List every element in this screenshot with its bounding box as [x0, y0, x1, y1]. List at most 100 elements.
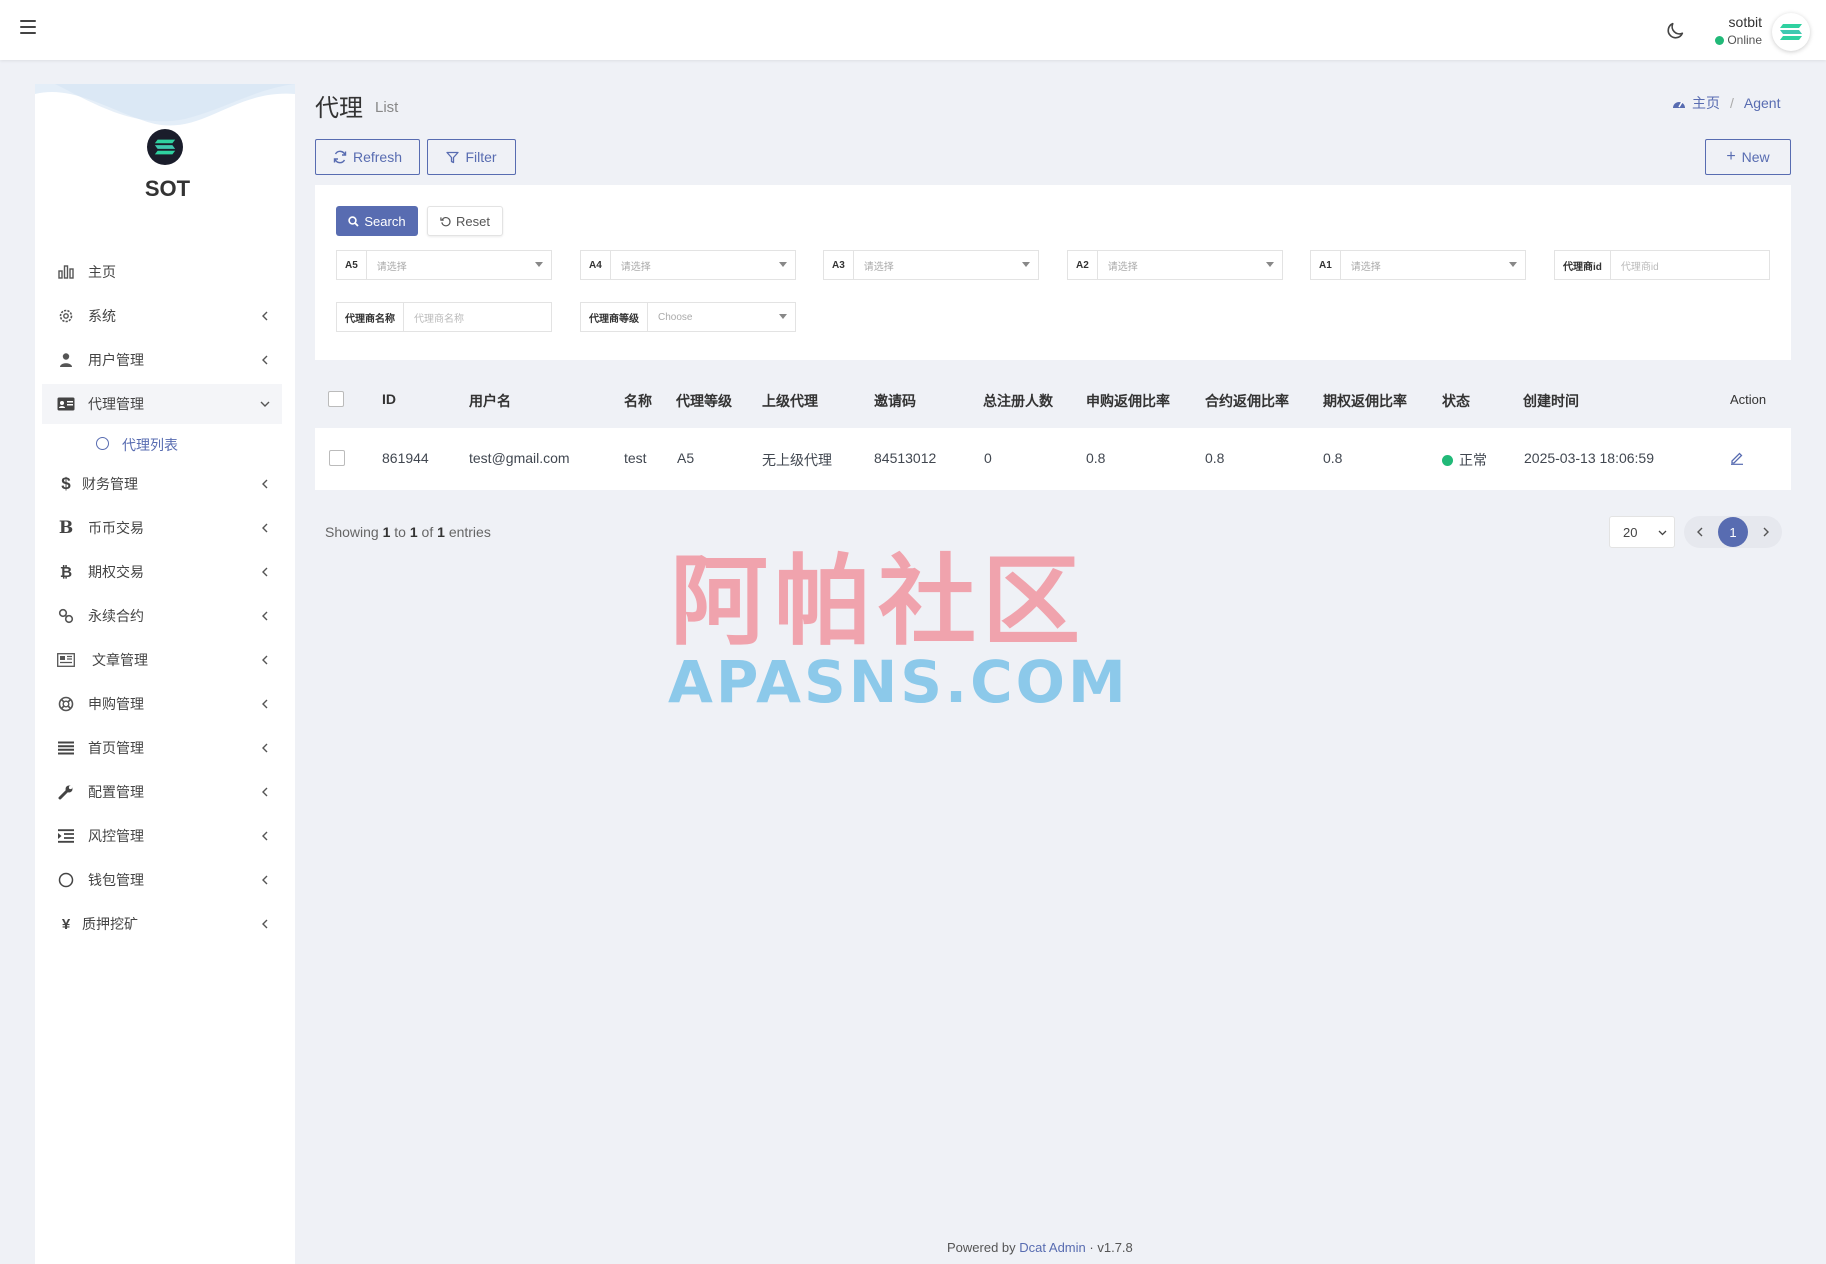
column-header[interactable]: ID: [382, 391, 396, 407]
select-all-checkbox[interactable]: [328, 391, 344, 407]
filter-a4-select[interactable]: 请选择: [611, 251, 795, 279]
filter-agent-name[interactable]: 代理商名称 代理商名称: [336, 302, 552, 332]
filter-a3-label: A3: [824, 251, 854, 279]
reset-button[interactable]: Reset: [427, 206, 503, 236]
user-avatar[interactable]: [1772, 13, 1810, 51]
filter-a2[interactable]: A2 请选择: [1067, 250, 1283, 280]
filter-a1-select[interactable]: 请选择: [1341, 251, 1525, 279]
filter-a1[interactable]: A1 请选择: [1310, 250, 1526, 280]
filter-label: Filter: [465, 149, 497, 165]
refresh-button[interactable]: Refresh: [315, 139, 420, 175]
menu-toggle-icon[interactable]: [20, 20, 36, 34]
column-header: 创建时间: [1523, 393, 1579, 409]
filter-agent-name-input[interactable]: 代理商名称: [404, 303, 551, 331]
sidebar-item-system[interactable]: 系统: [42, 296, 282, 336]
filter-agent-id-label: 代理商id: [1555, 251, 1611, 279]
dollar-icon: $: [61, 474, 71, 493]
column-header: 总注册人数: [983, 393, 1053, 409]
showing-of-word: of: [421, 524, 434, 540]
filter-a3-placeholder: 请选择: [863, 261, 894, 273]
cell-id: 861944: [382, 450, 429, 466]
sidebar-item-label: 代理管理: [88, 396, 144, 412]
sidebar-item-users[interactable]: 用户管理: [42, 340, 282, 380]
edit-icon[interactable]: [1730, 451, 1744, 465]
refresh-icon: [333, 150, 347, 164]
filter-agent-level[interactable]: 代理商等级 Choose: [580, 302, 796, 332]
chevron-left-icon: [262, 523, 268, 533]
circle-icon: [56, 870, 76, 890]
sidebar-item-articles[interactable]: 文章管理: [42, 640, 282, 680]
chevron-left-icon: [262, 567, 268, 577]
sidebar-item-risk[interactable]: 风控管理: [42, 816, 282, 856]
filter-a4[interactable]: A4 请选择: [580, 250, 796, 280]
footer-link[interactable]: Dcat Admin: [1019, 1240, 1085, 1255]
id-card-icon: [56, 394, 76, 414]
page-subtitle: List: [375, 99, 399, 116]
sidebar-item-options-trading[interactable]: ₿ 期权交易: [42, 552, 282, 592]
sidebar-item-perpetual[interactable]: 永续合约: [42, 596, 282, 636]
filter-a5-select[interactable]: 请选择: [367, 251, 551, 279]
chevron-left-icon: [262, 311, 268, 321]
filter-a2-placeholder: 请选择: [1107, 261, 1138, 273]
column-header: 用户名: [469, 393, 511, 409]
column-header: 上级代理: [762, 393, 818, 409]
filter-button[interactable]: Filter: [427, 139, 516, 175]
chevron-down-icon: [260, 401, 270, 407]
sidebar-item-config[interactable]: 配置管理: [42, 772, 282, 812]
watermark-english: APASNS.COM: [668, 648, 1129, 716]
chevron-left-icon: [262, 355, 268, 365]
sidebar-item-finance[interactable]: $ 财务管理: [42, 464, 282, 504]
watermark-chinese: 阿帕社区: [670, 545, 1087, 659]
sidebar-item-agents[interactable]: 代理管理: [42, 384, 282, 424]
search-button[interactable]: Search: [336, 206, 418, 236]
new-button[interactable]: + New: [1705, 139, 1791, 175]
page-title: 代理: [315, 95, 363, 122]
filter-a2-select[interactable]: 请选择: [1098, 251, 1282, 279]
filter-agent-level-select[interactable]: Choose: [648, 303, 795, 331]
showing-from: 1: [382, 524, 391, 540]
chevron-right-icon: [1763, 527, 1769, 537]
sidebar-item-label: 用户管理: [88, 352, 144, 368]
caret-down-icon: [1266, 262, 1274, 267]
per-page-select[interactable]: 20: [1609, 516, 1675, 548]
row-checkbox[interactable]: [329, 450, 345, 466]
filter-a5[interactable]: A5 请选择: [336, 250, 552, 280]
sidebar-item-staking[interactable]: ¥ 质押挖矿: [42, 904, 282, 944]
sidebar-item-label: 钱包管理: [88, 872, 144, 888]
filter-a3[interactable]: A3 请选择: [823, 250, 1039, 280]
brand-logo-icon: [1780, 24, 1802, 40]
breadcrumb-home[interactable]: 主页: [1692, 93, 1720, 113]
sidebar-item-subscription[interactable]: 申购管理: [42, 684, 282, 724]
cell-parent-agent: 无上级代理: [762, 452, 832, 468]
showing-prefix: Showing: [325, 524, 379, 540]
prev-page-button[interactable]: [1692, 524, 1708, 540]
sidebar-item-label: 首页管理: [88, 740, 144, 756]
sidebar-item-label: 主页: [88, 264, 116, 280]
sidebar-item-homepage[interactable]: 首页管理: [42, 728, 282, 768]
column-header: 代理等级: [676, 393, 732, 409]
sidebar-item-label: 风控管理: [88, 828, 144, 844]
user-name[interactable]: sotbit: [1700, 14, 1762, 30]
filter-agent-id-input[interactable]: 代理商id: [1611, 251, 1769, 279]
sidebar-item-label: 系统: [88, 308, 116, 324]
gear-icon: [56, 306, 76, 326]
sidebar-item-label: 文章管理: [92, 652, 148, 668]
sidebar-item-home[interactable]: 主页: [42, 252, 282, 292]
filter-a3-select[interactable]: 请选择: [854, 251, 1038, 279]
brand-logo[interactable]: [147, 129, 183, 165]
dark-mode-icon[interactable]: [1664, 20, 1686, 42]
sidebar-item-label: 质押挖矿: [82, 916, 138, 932]
filter-a1-label: A1: [1311, 251, 1341, 279]
breadcrumb: 主页 / Agent: [1672, 93, 1780, 113]
column-header: 期权返佣比率: [1323, 393, 1407, 409]
filter-agent-id[interactable]: 代理商id 代理商id: [1554, 250, 1770, 280]
sidebar-item-wallet[interactable]: 钱包管理: [42, 860, 282, 900]
chevron-left-icon: [262, 831, 268, 841]
table-header: ID 用户名 名称 代理等级 上级代理 邀请码 总注册人数 申购返佣比率 合约返…: [315, 375, 1791, 425]
sidebar-item-spot-trading[interactable]: B 币币交易: [42, 508, 282, 548]
sidebar-subitem-agent-list[interactable]: 代理列表: [42, 426, 282, 462]
showing-entries-word: entries: [448, 524, 491, 540]
page-button-current[interactable]: 1: [1718, 517, 1748, 547]
chevron-left-icon: [262, 919, 268, 929]
next-page-button[interactable]: [1758, 524, 1774, 540]
